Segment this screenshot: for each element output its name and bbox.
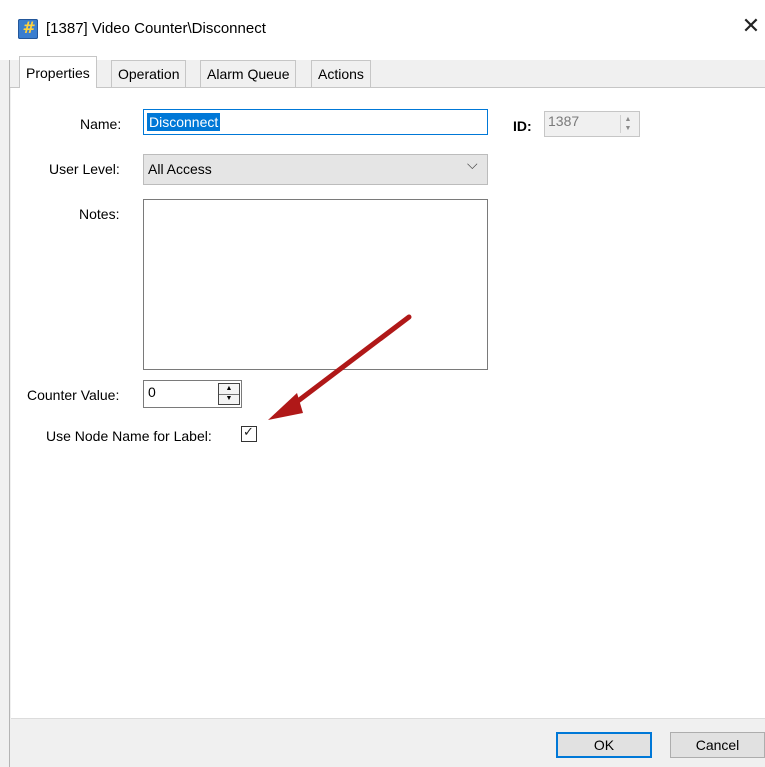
cancel-button[interactable]: Cancel (670, 732, 765, 758)
tab-properties[interactable]: Properties (19, 56, 97, 88)
arrow-head (268, 393, 303, 420)
red-pointer-arrow (268, 314, 412, 420)
tab-strip-divider (10, 87, 765, 88)
dialog-window: # [1387] Video Counter\Disconnect ✕ Prop… (0, 0, 765, 767)
arrow-shaft (291, 314, 412, 407)
ok-button[interactable]: OK (556, 732, 652, 758)
